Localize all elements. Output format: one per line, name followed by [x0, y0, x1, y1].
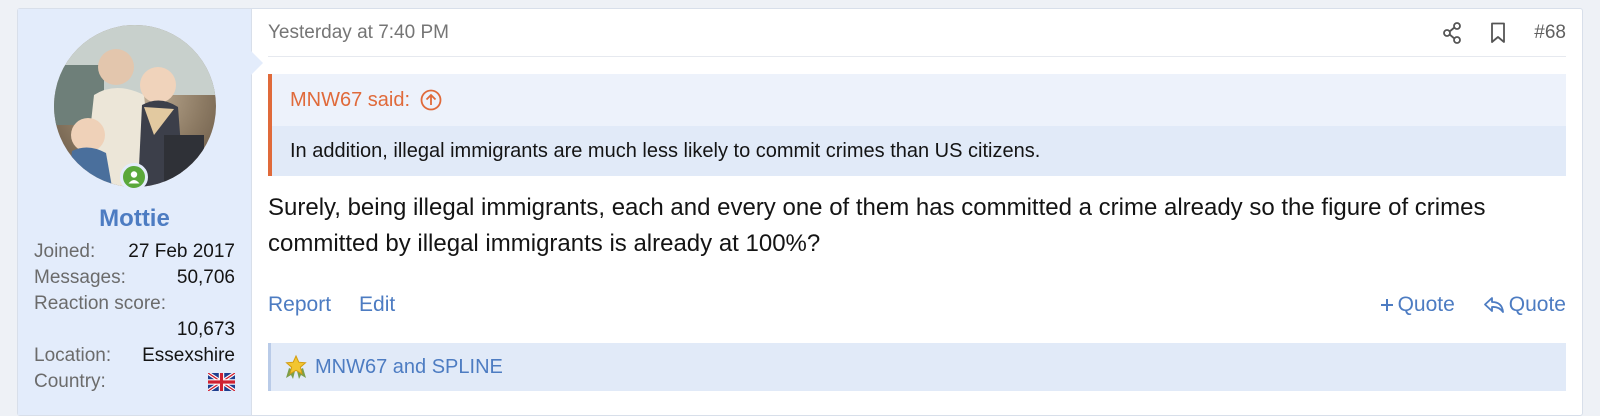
- reactions-bar[interactable]: MNW67 and SPLINE: [268, 343, 1566, 391]
- stat-label: Country:: [34, 371, 106, 392]
- stat-label: Messages:: [34, 267, 126, 288]
- online-status-icon: [119, 163, 148, 191]
- uk-flag-icon: [207, 371, 236, 393]
- stat-messages: Messages: 50,706: [34, 265, 235, 291]
- avatar-container[interactable]: [53, 25, 216, 191]
- post-actions: Report Edit Quote Quote: [268, 289, 1566, 321]
- stat-value: 50,706: [176, 267, 235, 288]
- post-number[interactable]: #68: [1534, 22, 1566, 44]
- username-link[interactable]: Mottie: [18, 205, 251, 233]
- multi-quote-label: Quote: [1397, 293, 1455, 316]
- post-meta-actions: #68: [1442, 22, 1566, 44]
- quote-text: In addition, illegal immigrants are much…: [272, 126, 1566, 176]
- user-icon: [128, 171, 139, 184]
- multi-quote-button[interactable]: Quote: [1380, 293, 1455, 317]
- stat-value: [207, 369, 236, 395]
- post-actions-right: Quote Quote: [1380, 293, 1566, 317]
- post-message: Surely, being illegal immigrants, each a…: [268, 194, 1486, 257]
- stat-joined: Joined: 27 Feb 2017: [34, 239, 235, 265]
- post-timestamp[interactable]: Yesterday at 7:40 PM: [268, 22, 449, 44]
- edit-link[interactable]: Edit: [359, 293, 395, 317]
- arrow-up-circle-icon[interactable]: [420, 89, 442, 111]
- quote-block: MNW67 said: In addition, illegal immigra…: [268, 74, 1566, 176]
- post-meta-bar: Yesterday at 7:40 PM #68: [268, 9, 1566, 57]
- quote-author[interactable]: MNW67 said:: [290, 89, 410, 112]
- stat-label: Location:: [34, 345, 112, 366]
- report-link[interactable]: Report: [268, 293, 331, 317]
- stat-value: 10,673: [176, 319, 235, 340]
- stat-value: 27 Feb 2017: [128, 241, 235, 262]
- stat-label: Joined:: [34, 241, 96, 262]
- stat-location: Location: Essexshire: [34, 343, 235, 369]
- bookmark-icon[interactable]: [1490, 22, 1506, 44]
- award-star-icon: [285, 354, 307, 379]
- post-actions-left: Report Edit: [268, 293, 395, 317]
- user-stats: Joined: 27 Feb 2017 Messages: 50,706 Rea…: [18, 233, 251, 395]
- quote-label: Quote: [1508, 293, 1566, 316]
- stat-label: Reaction score:: [34, 293, 167, 314]
- post-main: Yesterday at 7:40 PM #68 MNW67 said: In …: [252, 9, 1582, 415]
- quote-button[interactable]: Quote: [1483, 293, 1566, 317]
- quote-header: MNW67 said:: [272, 74, 1566, 126]
- stat-reaction-score: Reaction score: 10,673: [34, 291, 235, 343]
- forum-post: Mottie Joined: 27 Feb 2017 Messages: 50,…: [17, 8, 1583, 416]
- reactions-users[interactable]: MNW67 and SPLINE: [315, 356, 503, 379]
- user-sidebar: Mottie Joined: 27 Feb 2017 Messages: 50,…: [18, 9, 263, 415]
- plus-icon: [1380, 299, 1393, 311]
- share-icon[interactable]: [1442, 21, 1462, 44]
- reply-icon: [1483, 297, 1504, 313]
- stat-country: Country:: [34, 369, 236, 395]
- stat-value: Essexshire: [142, 345, 235, 366]
